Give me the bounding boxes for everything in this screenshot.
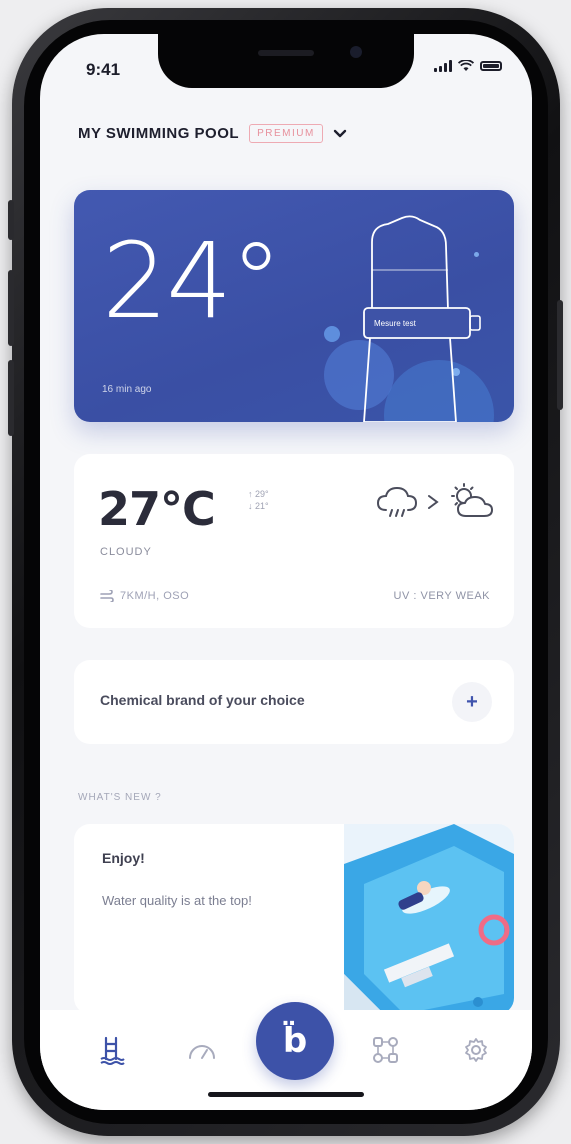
temperature-max: ↑ 29° <box>248 489 269 499</box>
last-update-text: 16 min ago <box>102 384 152 395</box>
forecast-arrow-icon <box>428 495 439 509</box>
tab-devices[interactable] <box>368 1032 404 1068</box>
rain-cloud-icon <box>376 486 418 517</box>
wifi-icon <box>458 60 474 71</box>
temperature-min: ↓ 21° <box>248 501 269 511</box>
home-button[interactable]: b̈ <box>256 1002 334 1080</box>
signal-icon <box>434 60 452 72</box>
power-button <box>557 300 563 410</box>
pool-selector[interactable]: MY SWIMMING POOL PREMIUM <box>78 124 347 143</box>
tab-settings[interactable] <box>458 1032 494 1068</box>
sensor-label: Mesure test <box>374 319 416 328</box>
outdoor-temperature: 27°C <box>98 482 216 536</box>
weather-condition: CLOUDY <box>100 546 152 558</box>
status-icons <box>434 60 502 72</box>
connected-devices-icon <box>373 1037 398 1063</box>
add-brand-button[interactable]: + <box>452 682 492 722</box>
news-title: Enjoy! <box>102 850 145 866</box>
tab-pool[interactable] <box>94 1032 130 1068</box>
tab-dashboard[interactable] <box>184 1032 220 1068</box>
front-camera <box>350 46 362 58</box>
chemical-brand-label: Chemical brand of your choice <box>100 692 305 708</box>
wind-info: 7KM/H, OSO <box>100 590 189 602</box>
battery-icon <box>480 61 502 71</box>
home-indicator[interactable] <box>208 1092 364 1097</box>
news-text: Water quality is at the top! <box>102 893 252 908</box>
pool-title: MY SWIMMING POOL <box>78 125 240 142</box>
pool-sensor-icon <box>363 215 481 422</box>
temperature-range: ↑ 29° ↓ 21° <box>248 488 269 512</box>
pool-ladder-icon <box>100 1036 125 1065</box>
whats-new-heading: WHAT'S NEW ? <box>78 792 162 803</box>
notch <box>158 34 414 88</box>
gauge-icon <box>189 1045 215 1059</box>
forecast-icons <box>374 482 496 522</box>
volume-up-button <box>8 270 14 346</box>
premium-badge: PREMIUM <box>249 124 323 143</box>
pool-illustration <box>344 824 514 1014</box>
partly-sunny-icon <box>451 483 493 517</box>
app-screen: 9:41 MY SWIMMING POOL PREMIUM 24° Mesure… <box>40 34 532 1110</box>
news-card[interactable]: Enjoy! Water quality is at the top! <box>74 824 514 1014</box>
brand-logo: b̈ <box>282 1021 308 1061</box>
wind-text: 7KM/H, OSO <box>120 590 190 602</box>
volume-down-button <box>8 360 14 436</box>
wind-icon <box>100 590 114 602</box>
water-temperature-card[interactable]: 24° Mesure test 16 min ago <box>74 190 514 422</box>
bubble <box>324 326 340 342</box>
weather-card[interactable]: 27°C ↑ 29° ↓ 21° CLOUDY 7KM/H, OSO UV: … <box>74 454 514 628</box>
chevron-down-icon[interactable] <box>333 129 347 139</box>
status-time: 9:41 <box>86 60 121 79</box>
chemical-brand-card[interactable]: Chemical brand of your choice + <box>74 660 514 744</box>
water-temperature-value: 24° <box>102 220 282 342</box>
uv-index: UV : VERY WEAK <box>393 590 490 602</box>
mute-switch <box>8 200 14 240</box>
settings-gear-icon <box>465 1038 487 1062</box>
speaker <box>258 50 314 56</box>
